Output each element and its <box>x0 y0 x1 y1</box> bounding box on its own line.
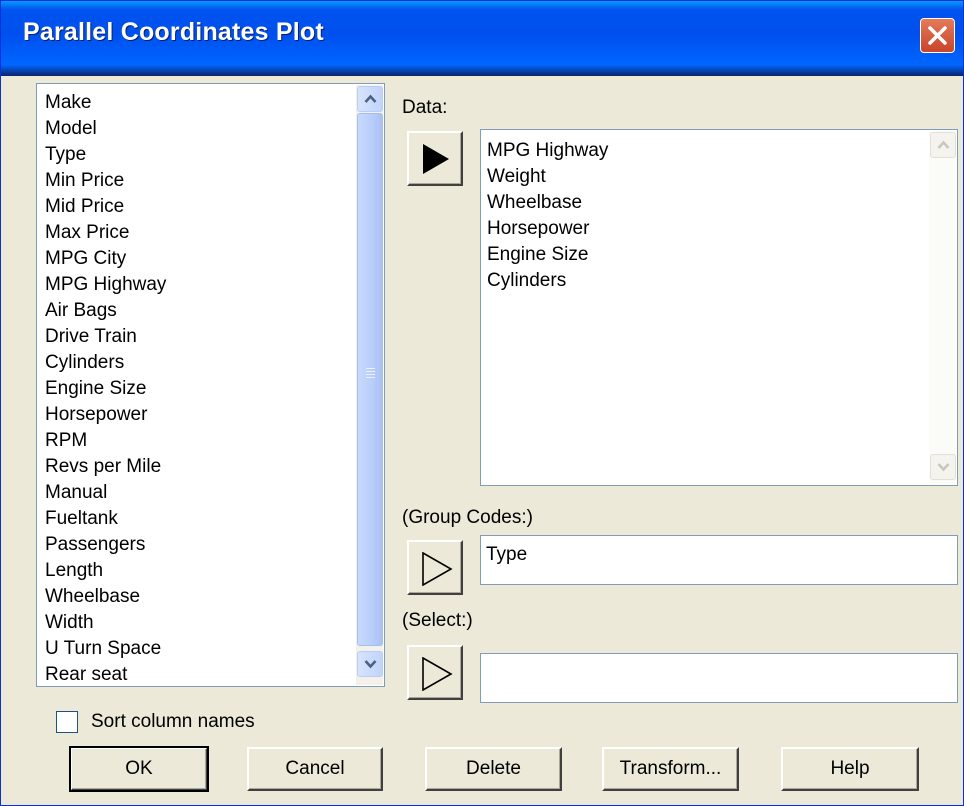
ok-button[interactable]: OK <box>69 746 209 792</box>
list-item[interactable]: Cylinders <box>487 268 608 294</box>
list-item[interactable]: RPM <box>45 428 166 454</box>
list-item[interactable]: Manual <box>45 480 166 506</box>
list-item[interactable]: Revs per Mile <box>45 454 166 480</box>
list-item[interactable]: MPG City <box>45 246 166 272</box>
list-item[interactable]: U Turn Space <box>45 636 166 662</box>
list-item[interactable]: Type <box>45 142 166 168</box>
data-add-button[interactable] <box>407 131 463 186</box>
list-item[interactable]: Drive Train <box>45 324 166 350</box>
hollow-arrow-icon <box>422 657 453 691</box>
close-icon <box>928 26 947 45</box>
list-item[interactable]: Passengers <box>45 532 166 558</box>
list-item[interactable]: Engine Size <box>45 376 166 402</box>
data-list-scrollbar[interactable] <box>929 131 956 484</box>
scroll-thumb[interactable] <box>357 113 383 646</box>
data-scroll-up-button[interactable] <box>930 132 956 158</box>
select-add-button[interactable] <box>407 645 463 700</box>
group-codes-field[interactable]: Type <box>480 535 958 585</box>
transform-button[interactable]: Transform... <box>602 747 739 791</box>
list-item[interactable]: Horsepower <box>487 216 608 242</box>
help-button[interactable]: Help <box>781 747 919 791</box>
list-item[interactable]: Cylinders <box>45 350 166 376</box>
cancel-button[interactable]: Cancel <box>247 747 383 791</box>
list-item[interactable]: Model <box>45 116 166 142</box>
list-item[interactable]: Horsepower <box>45 402 166 428</box>
list-item[interactable]: Make <box>45 90 166 116</box>
data-list[interactable]: MPG Highway Weight Wheelbase Horsepower Engi… <box>480 129 958 486</box>
chevron-down-icon <box>364 660 377 669</box>
column-list-scrollbar[interactable] <box>356 85 383 685</box>
scroll-down-button[interactable] <box>357 651 383 677</box>
chevron-up-icon <box>937 140 950 149</box>
list-item[interactable]: Engine Size <box>487 242 608 268</box>
column-list[interactable]: Make Model Type Min Price Mid Price Max Price… <box>36 83 385 687</box>
list-item[interactable]: Wheelbase <box>45 584 166 610</box>
window-title: Parallel Coordinates Plot <box>23 18 324 46</box>
hollow-arrow-icon <box>422 552 453 586</box>
chevron-down-icon <box>937 463 950 472</box>
select-field[interactable] <box>480 653 958 703</box>
scroll-up-button[interactable] <box>357 86 383 112</box>
group-codes-label: (Group Codes:) <box>402 507 533 528</box>
group-codes-add-button[interactable] <box>407 540 463 595</box>
list-item[interactable]: MPG Highway <box>487 138 608 164</box>
data-list-items: MPG Highway Weight Wheelbase Horsepower Engi… <box>487 138 608 294</box>
dialog-window: Parallel Coordinates Plot Make Model Type M… <box>0 0 964 806</box>
list-item[interactable]: MPG Highway <box>45 272 166 298</box>
close-button[interactable] <box>920 18 955 53</box>
list-item[interactable]: Rear seat <box>45 662 166 688</box>
select-label: (Select:) <box>402 610 473 631</box>
chevron-up-icon <box>364 94 377 103</box>
sort-column-names-label: Sort column names <box>91 711 255 732</box>
data-label: Data: <box>402 97 448 118</box>
list-item[interactable]: Wheelbase <box>487 190 608 216</box>
list-item[interactable]: Weight <box>487 164 608 190</box>
list-item[interactable]: Min Price <box>45 168 166 194</box>
delete-button[interactable]: Delete <box>425 747 562 791</box>
column-list-items: Make Model Type Min Price Mid Price Max Price… <box>45 90 166 688</box>
title-bar: Parallel Coordinates Plot <box>1 1 963 76</box>
play-arrow-icon <box>423 144 449 174</box>
sort-column-names-checkbox[interactable] <box>56 711 78 733</box>
list-item[interactable]: Max Price <box>45 220 166 246</box>
data-scroll-down-button[interactable] <box>930 454 956 480</box>
list-item[interactable]: Width <box>45 610 166 636</box>
list-item[interactable]: Length <box>45 558 166 584</box>
list-item[interactable]: Air Bags <box>45 298 166 324</box>
list-item[interactable]: Mid Price <box>45 194 166 220</box>
list-item[interactable]: Fueltank <box>45 506 166 532</box>
